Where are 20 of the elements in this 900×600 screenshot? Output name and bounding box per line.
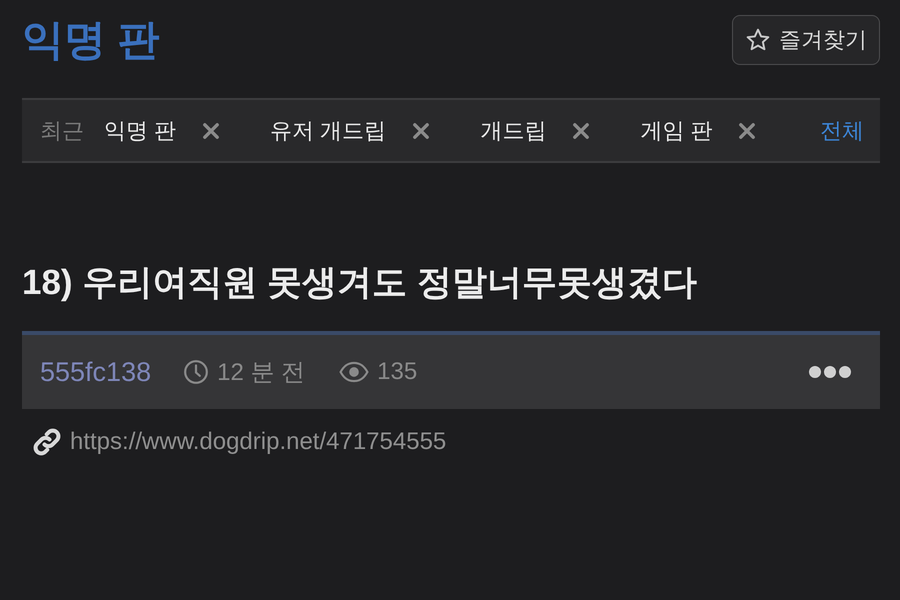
close-icon[interactable]	[412, 122, 430, 140]
post-time: 12 분 전	[217, 358, 306, 388]
recent-board-link[interactable]: 게임 판	[640, 116, 712, 146]
post-title: 18) 우리여직원 못생겨도 정말너무못생겼다	[22, 262, 698, 304]
clock-icon	[183, 359, 210, 385]
all-boards-link[interactable]: 전체	[820, 116, 864, 146]
close-icon[interactable]	[572, 122, 590, 140]
recent-board-link[interactable]: 유저 개드립	[270, 116, 386, 146]
recent-board-link[interactable]: 개드립	[480, 116, 546, 146]
recent-board-link[interactable]: 익명 판	[104, 116, 176, 146]
close-icon[interactable]	[738, 122, 756, 140]
view-count: 135	[377, 358, 418, 386]
close-icon[interactable]	[202, 122, 220, 140]
post-url[interactable]: https://www.dogdrip.net/471754555	[70, 428, 446, 456]
favorite-button[interactable]: 즐겨찾기	[732, 15, 880, 65]
star-icon	[745, 27, 771, 53]
link-icon	[32, 427, 62, 457]
recent-label: 최근	[40, 116, 84, 144]
eye-icon	[339, 361, 370, 383]
more-icon[interactable]	[808, 365, 852, 379]
